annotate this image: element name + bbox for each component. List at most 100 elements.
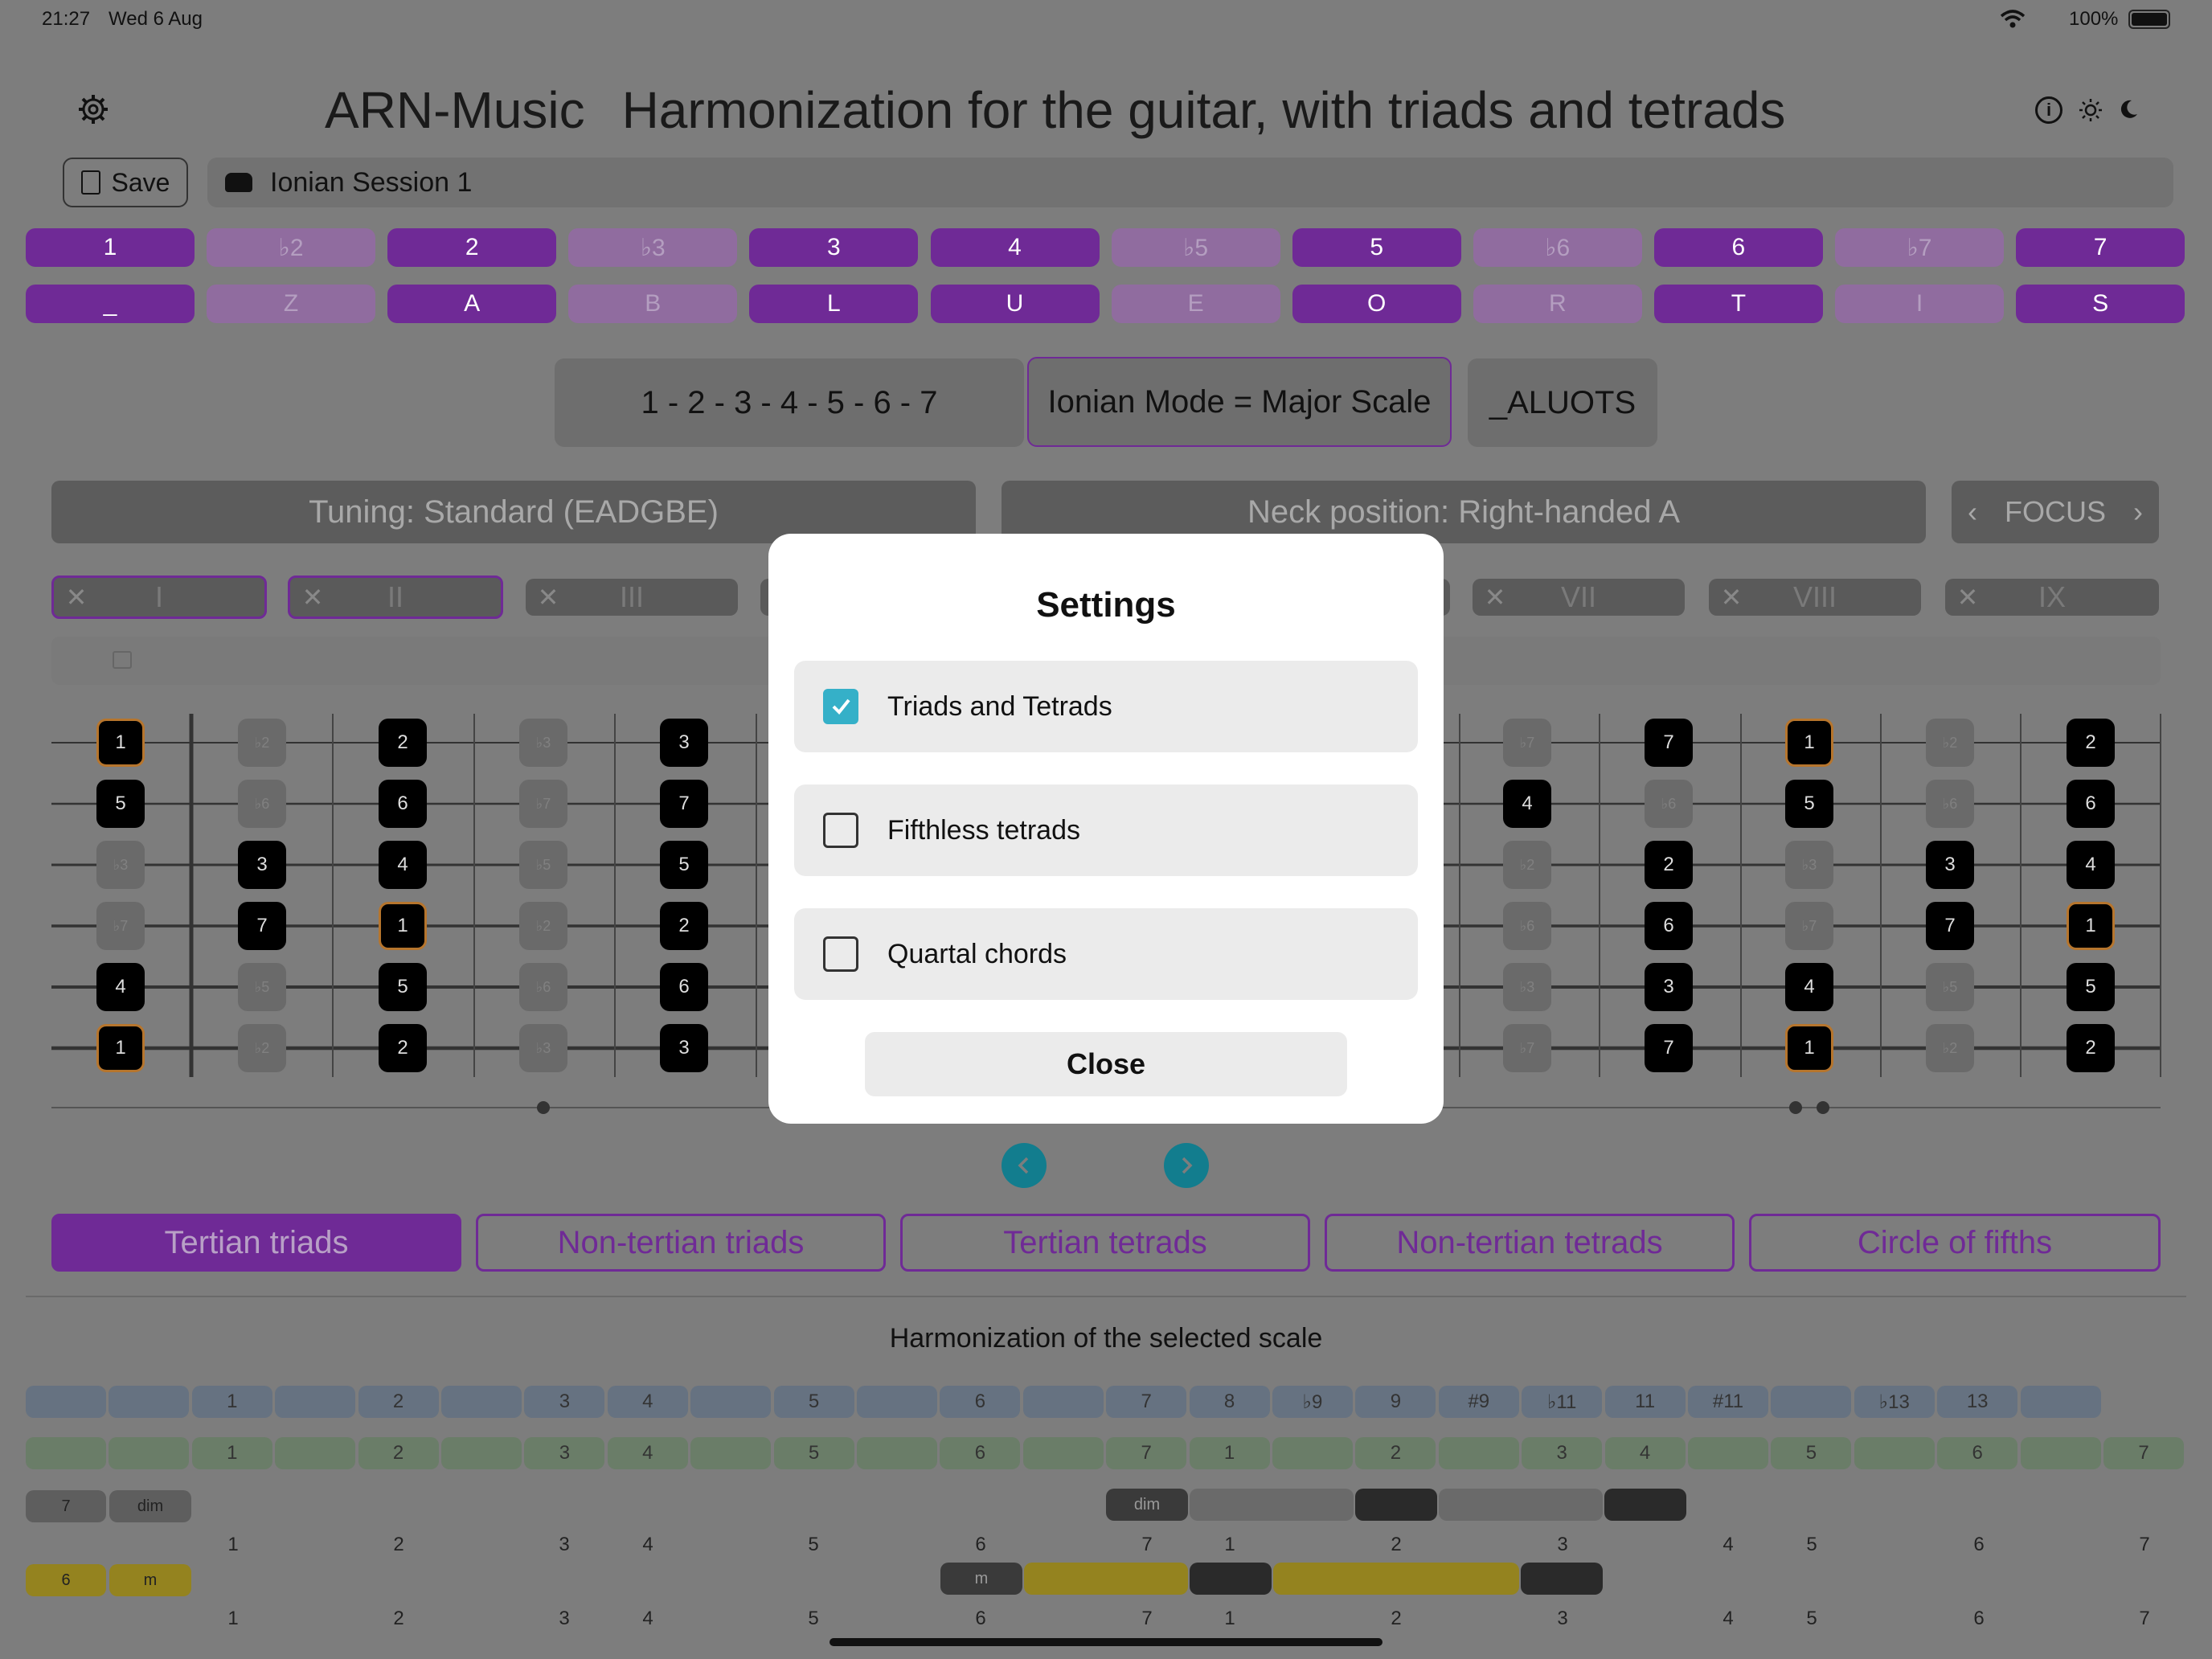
checkbox-icon[interactable] [823, 813, 858, 848]
fret-note[interactable]: ♭5 [519, 841, 567, 889]
degree-pill[interactable]: 2 [387, 228, 557, 267]
fret-note[interactable]: ♭7 [1785, 902, 1833, 950]
fret-note[interactable]: ♭2 [238, 1024, 286, 1072]
chord-quality[interactable]: dim [109, 1490, 191, 1522]
chord-note[interactable] [1521, 1563, 1603, 1595]
fret-note[interactable]: 7 [660, 780, 708, 828]
dark-mode-icon[interactable] [2117, 98, 2140, 121]
degree-pill[interactable]: 3 [749, 228, 919, 267]
degree-pill[interactable]: 5 [1292, 228, 1461, 267]
letter-pill[interactable]: S [2016, 285, 2185, 323]
previous-arrow-button[interactable] [1002, 1143, 1047, 1188]
fret-note[interactable]: ♭2 [1503, 841, 1551, 889]
chord-span[interactable] [1273, 1563, 1519, 1595]
fret-note[interactable]: ♭6 [519, 963, 567, 1011]
letter-pill[interactable]: I [1835, 285, 2004, 323]
fret-note[interactable]: ♭2 [238, 719, 286, 767]
fret-note[interactable]: 5 [660, 841, 708, 889]
letter-pill[interactable]: L [749, 285, 919, 323]
fret-note[interactable]: ♭7 [519, 780, 567, 828]
fret-note[interactable]: 6 [379, 780, 427, 828]
degree-pill[interactable]: ♭3 [568, 228, 738, 267]
close-icon[interactable]: ✕ [1715, 579, 1747, 616]
fret-note[interactable]: 4 [1785, 963, 1833, 1011]
fret-note[interactable]: ♭3 [96, 841, 145, 889]
fret-note[interactable]: 3 [1645, 963, 1693, 1011]
close-icon[interactable]: ✕ [1952, 579, 1984, 616]
fret-note[interactable]: 3 [660, 1024, 708, 1072]
tab-tertian-tetrads[interactable]: Tertian tetrads [900, 1214, 1310, 1272]
fret-note[interactable]: ♭6 [1926, 780, 1974, 828]
mode-iii[interactable]: ✕ III [526, 579, 738, 616]
fret-note[interactable]: 4 [1503, 780, 1551, 828]
fret-note[interactable]: 3 [660, 719, 708, 767]
chord-degree[interactable]: 7 [26, 1490, 106, 1522]
fret-note[interactable]: 6 [2067, 780, 2115, 828]
chord-quality[interactable]: m [109, 1564, 191, 1596]
chord-tag[interactable]: m [940, 1563, 1022, 1595]
fret-note[interactable]: 4 [379, 841, 427, 889]
mode-ix[interactable]: ✕ IX [1945, 579, 2159, 616]
fret-note[interactable]: 1 [96, 1024, 145, 1072]
fret-note[interactable]: 1 [2067, 902, 2115, 950]
fret-note[interactable]: ♭6 [238, 780, 286, 828]
chord-note[interactable] [1190, 1563, 1272, 1595]
fret-note[interactable]: 2 [379, 719, 427, 767]
letter-pill[interactable]: R [1473, 285, 1642, 323]
fret-note[interactable]: 4 [96, 963, 145, 1011]
chord-span[interactable] [1024, 1563, 1188, 1595]
fret-note[interactable]: 2 [2067, 1024, 2115, 1072]
tab-tertian-triads[interactable]: Tertian triads [51, 1214, 461, 1272]
letter-pill[interactable]: U [930, 285, 1100, 323]
fret-note[interactable]: 7 [1645, 1024, 1693, 1072]
fret-note[interactable]: ♭3 [519, 719, 567, 767]
fret-note[interactable]: ♭3 [1503, 963, 1551, 1011]
fret-note[interactable]: 5 [1785, 780, 1833, 828]
degree-pill[interactable]: 1 [26, 228, 195, 267]
option-triads-and-tetrads[interactable]: Triads and Tetrads [794, 661, 1418, 752]
close-icon[interactable]: ✕ [297, 578, 329, 616]
chord-tag[interactable]: dim [1106, 1489, 1188, 1521]
fret-note[interactable]: 6 [660, 963, 708, 1011]
letter-pill[interactable]: T [1653, 285, 1823, 323]
degree-pill[interactable]: 6 [1653, 228, 1823, 267]
mode-ii[interactable]: ✕ II [288, 576, 503, 619]
fret-note[interactable]: 2 [2067, 719, 2115, 767]
degree-pill[interactable]: ♭6 [1473, 228, 1642, 267]
chord-note[interactable] [1604, 1489, 1686, 1521]
fret-note[interactable]: ♭2 [1926, 1024, 1974, 1072]
degree-pill[interactable]: ♭5 [1111, 228, 1280, 267]
chord-span[interactable] [1439, 1489, 1603, 1521]
info-icon[interactable]: i [2035, 96, 2062, 124]
fret-note[interactable]: 1 [379, 902, 427, 950]
fret-note[interactable]: ♭2 [1926, 719, 1974, 767]
fret-note[interactable]: 6 [1645, 902, 1693, 950]
fret-note[interactable]: 5 [96, 780, 145, 828]
fret-note[interactable]: 4 [2067, 841, 2115, 889]
next-arrow-button[interactable] [1164, 1143, 1209, 1188]
letter-pill[interactable]: _ [26, 285, 195, 323]
fret-note[interactable]: 2 [660, 902, 708, 950]
letter-pill[interactable]: B [568, 285, 738, 323]
tab-non-tertian-tetrads[interactable]: Non-tertian tetrads [1325, 1214, 1735, 1272]
light-mode-icon[interactable] [2079, 98, 2103, 122]
fret-note[interactable]: ♭6 [1645, 780, 1693, 828]
focus-control[interactable]: ‹ FOCUS › [1952, 481, 2159, 543]
fret-note[interactable]: ♭7 [96, 902, 145, 950]
fret-note[interactable]: ♭5 [238, 963, 286, 1011]
degree-pill[interactable]: 4 [930, 228, 1100, 267]
letter-pill[interactable]: E [1111, 285, 1280, 323]
fret-note[interactable]: 2 [1645, 841, 1693, 889]
close-icon[interactable]: ✕ [532, 579, 564, 616]
settings-gear-icon[interactable] [77, 93, 109, 125]
close-button[interactable]: Close [865, 1032, 1347, 1096]
mode-name-box[interactable]: Ionian Mode = Major Scale [1027, 357, 1452, 447]
tab-non-tertian-triads[interactable]: Non-tertian triads [476, 1214, 886, 1272]
fret-note[interactable]: 1 [1785, 1024, 1833, 1072]
mode-vii[interactable]: ✕ VII [1473, 579, 1685, 616]
option-fifthless-tetrads[interactable]: Fifthless tetrads [794, 784, 1418, 876]
chevron-right-icon[interactable]: › [2133, 495, 2143, 529]
save-button[interactable]: Save [63, 158, 188, 207]
fret-note[interactable]: ♭6 [1503, 902, 1551, 950]
fret-note[interactable]: 7 [1645, 719, 1693, 767]
